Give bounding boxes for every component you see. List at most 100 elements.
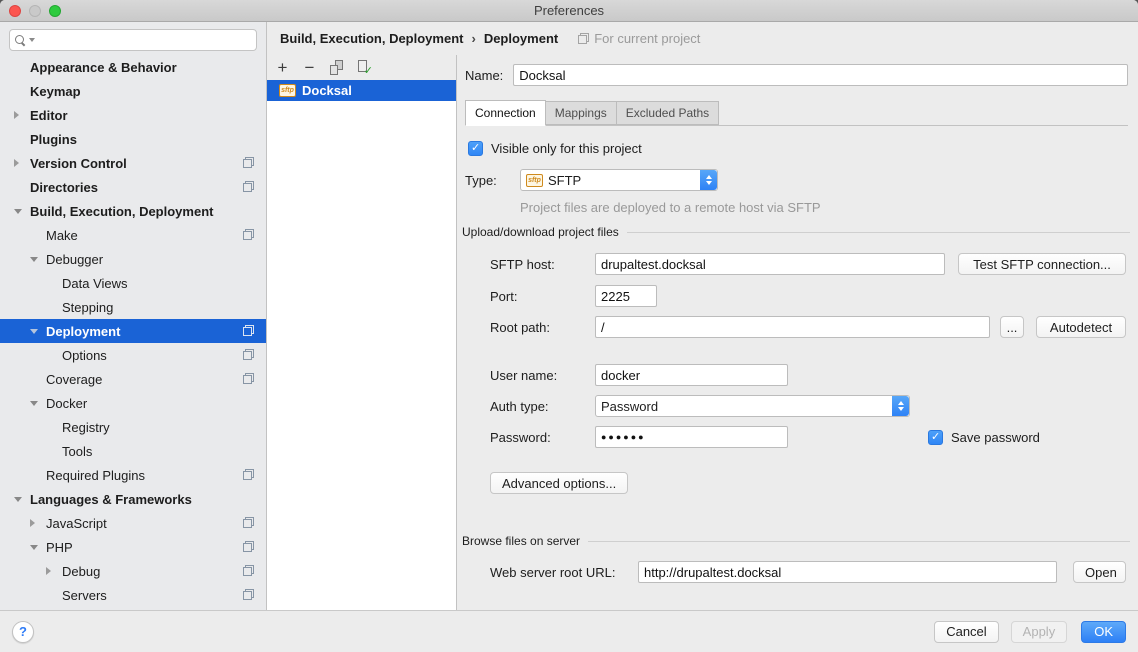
type-hint-text: Project files are deployed to a remote h… [520,200,1138,216]
sidebar-item-label: Servers [62,588,107,603]
sidebar-item-keymap[interactable]: Keymap [0,79,266,103]
type-select[interactable]: sftp SFTP [520,169,718,191]
server-toolbar: +− ✓ [267,55,456,80]
port-input[interactable] [595,285,657,307]
expand-chevron-icon[interactable] [30,519,35,527]
sidebar-item-label: Appearance & Behavior [30,60,177,75]
sidebar-item-tools[interactable]: Tools [0,439,266,463]
advanced-options-button[interactable]: Advanced options... [490,472,628,494]
close-window-button[interactable] [9,5,21,17]
per-project-icon [243,181,254,192]
settings-sidebar: Appearance & Behavior KeymapEditorPlugins… [0,22,267,610]
sidebar-item-debugger[interactable]: Debugger [0,247,266,271]
per-project-icon [243,469,254,480]
sidebar-item-label: JavaScript [46,516,107,531]
tab-excluded-paths[interactable]: Excluded Paths [617,101,719,125]
sidebar-item-version-control[interactable]: Version Control [0,151,266,175]
minimize-window-button[interactable] [29,5,41,17]
browse-root-path-button[interactable]: ... [1000,316,1024,338]
server-item-docksal[interactable]: sftpDocksal [267,80,456,101]
tab-mappings[interactable]: Mappings [546,101,617,125]
collapse-chevron-icon[interactable] [30,545,38,550]
user-name-input[interactable] [595,364,788,386]
sidebar-item-directories[interactable]: Directories [0,175,266,199]
upload-section-title: Upload/download project files [462,225,619,239]
settings-tree: Appearance & Behavior KeymapEditorPlugins… [0,55,266,607]
expand-chevron-icon[interactable] [46,567,51,575]
collapse-chevron-icon[interactable] [30,401,38,406]
per-project-icon [578,33,589,44]
sidebar-item-stepping[interactable]: Stepping [0,295,266,319]
root-path-input[interactable] [595,316,990,338]
save-password-checkbox[interactable] [928,430,943,445]
sidebar-item-javascript[interactable]: JavaScript [0,511,266,535]
settings-search-box[interactable] [9,29,257,51]
sidebar-item-plugins[interactable]: Plugins [0,127,266,151]
sidebar-item-label: Build, Execution, Deployment [30,204,213,219]
sidebar-item-debug[interactable]: Debug [0,559,266,583]
sidebar-item-registry[interactable]: Registry [0,415,266,439]
sidebar-item-build-execution-deployment[interactable]: Build, Execution, Deployment [0,199,266,223]
deployment-form: Name: ConnectionMappingsExcluded Paths V… [457,55,1138,610]
auth-type-select[interactable]: Password [595,395,910,417]
sidebar-item-make[interactable]: Make [0,223,266,247]
use-as-default-icon[interactable]: ✓ [356,60,371,75]
web-server-root-url-label: Web server root URL: [490,565,638,580]
scope-indicator: For current project [578,31,700,46]
dropdown-stepper-icon[interactable] [700,170,717,190]
browse-section-title: Browse files on server [462,534,580,548]
help-button[interactable]: ? [12,621,34,643]
sidebar-item-languages-frameworks[interactable]: Languages & Frameworks [0,487,266,511]
autodetect-button[interactable]: Autodetect [1036,316,1126,338]
ok-button[interactable]: OK [1081,621,1126,643]
expand-chevron-icon[interactable] [14,159,19,167]
apply-button[interactable]: Apply [1011,621,1068,643]
sidebar-item-php[interactable]: PHP [0,535,266,559]
collapse-chevron-icon[interactable] [14,209,22,214]
remove-icon[interactable]: − [302,60,317,75]
sidebar-item-label: Docker [46,396,87,411]
visible-only-checkbox[interactable] [468,141,483,156]
sidebar-item-docker[interactable]: Docker [0,391,266,415]
collapse-chevron-icon[interactable] [30,257,38,262]
cancel-button[interactable]: Cancel [934,621,998,643]
test-sftp-connection-button[interactable]: Test SFTP connection... [958,253,1126,275]
sidebar-item-coverage[interactable]: Coverage [0,367,266,391]
port-label: Port: [490,289,595,304]
password-input[interactable] [595,426,788,448]
web-server-root-url-input[interactable] [638,561,1057,583]
sftp-host-input[interactable] [595,253,945,275]
dropdown-stepper-icon[interactable] [892,396,909,416]
name-input[interactable] [513,64,1128,86]
sidebar-item-required-plugins[interactable]: Required Plugins [0,463,266,487]
per-project-icon [243,229,254,240]
sidebar-item-appearance-behavior[interactable]: Appearance & Behavior [0,55,266,79]
sidebar-item-servers[interactable]: Servers [0,583,266,607]
copy-icon[interactable] [329,60,344,75]
breadcrumb-parent[interactable]: Build, Execution, Deployment [280,31,463,46]
server-list: sftpDocksal [267,80,456,610]
zoom-window-button[interactable] [49,5,61,17]
search-options-caret-icon[interactable] [29,38,35,42]
server-item-label: Docksal [302,83,352,98]
per-project-icon [243,541,254,552]
collapse-chevron-icon[interactable] [30,329,38,334]
section-divider [627,232,1130,233]
expand-chevron-icon[interactable] [14,111,19,119]
open-url-button[interactable]: Open [1073,561,1126,583]
search-input[interactable] [39,32,251,49]
sidebar-item-label: Tools [62,444,92,459]
sidebar-item-deployment[interactable]: Deployment [0,319,266,343]
breadcrumb-current[interactable]: Deployment [484,31,558,46]
auth-type-value: Password [601,399,658,414]
sidebar-item-data-views[interactable]: Data Views [0,271,266,295]
add-icon[interactable]: + [275,60,290,75]
sidebar-item-editor[interactable]: Editor [0,103,266,127]
tab-connection[interactable]: Connection [465,100,546,126]
window-controls [9,5,61,17]
collapse-chevron-icon[interactable] [14,497,22,502]
root-path-label: Root path: [490,320,595,335]
sidebar-item-label: Data Views [62,276,128,291]
per-project-icon [243,157,254,168]
sidebar-item-options[interactable]: Options [0,343,266,367]
